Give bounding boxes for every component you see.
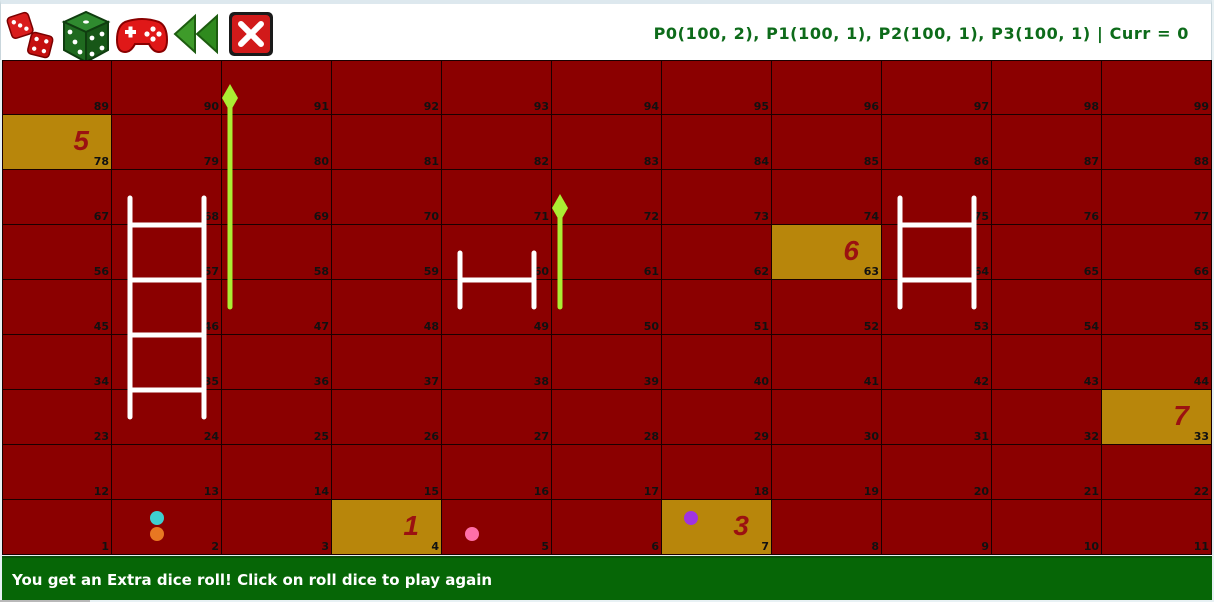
roll-dice-button[interactable] xyxy=(6,8,56,60)
ladder xyxy=(127,195,207,420)
gamepad-button[interactable] xyxy=(115,8,169,60)
message-bar: You get an Extra dice roll! Click on rol… xyxy=(2,556,1212,600)
ladder xyxy=(457,250,537,310)
red-dice-icon xyxy=(6,11,54,59)
player-status: P0(100, 2), P1(100, 1), P2(100, 1), P3(1… xyxy=(653,24,1189,43)
board-overlay xyxy=(127,84,977,541)
ladder xyxy=(897,195,977,310)
snake xyxy=(552,194,568,310)
green-dice-icon xyxy=(61,10,111,64)
player-token-p3 xyxy=(684,511,698,525)
red-close-icon xyxy=(229,12,273,56)
snake-head xyxy=(552,194,568,222)
toolbar: P0(100, 2), P1(100, 1), P2(100, 1), P3(1… xyxy=(0,0,1212,64)
close-button[interactable] xyxy=(227,8,275,60)
player-token-p0 xyxy=(150,527,164,541)
dice-button[interactable] xyxy=(58,8,114,64)
back-button[interactable] xyxy=(171,8,221,60)
player-token-p2 xyxy=(465,527,479,541)
player-token-p1 xyxy=(150,511,164,525)
snake xyxy=(222,84,238,310)
green-rewind-icon xyxy=(173,13,218,55)
red-gamepad-icon xyxy=(115,18,169,54)
snake-head xyxy=(222,84,238,112)
message-text: You get an Extra dice roll! Click on rol… xyxy=(12,571,493,589)
